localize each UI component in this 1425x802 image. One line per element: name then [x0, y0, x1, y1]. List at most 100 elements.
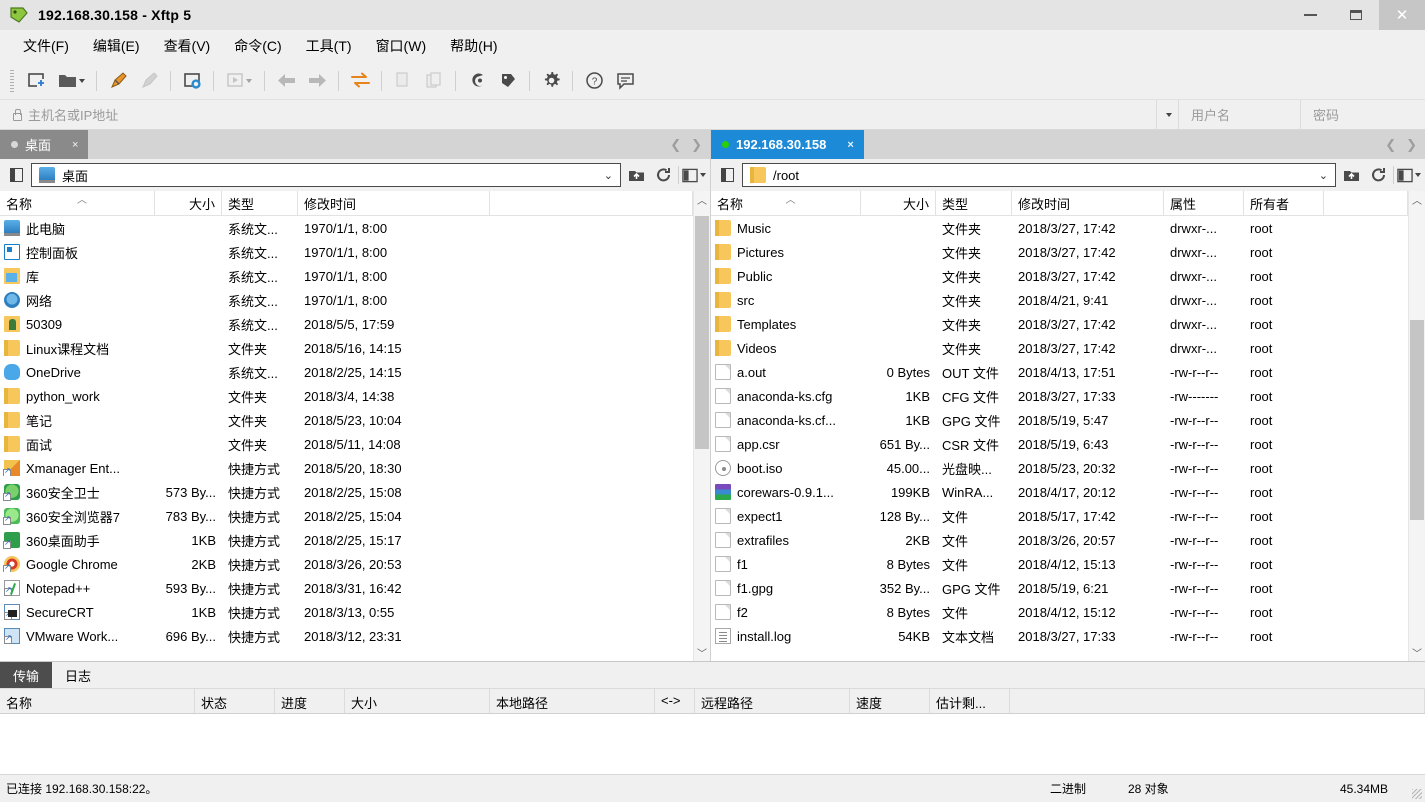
tab-close-icon[interactable]: × — [72, 139, 78, 151]
parent-folder-button[interactable] — [624, 163, 648, 187]
help-icon[interactable]: ? — [579, 66, 609, 96]
refresh-button[interactable] — [1366, 163, 1390, 187]
session-settings-icon[interactable] — [177, 66, 207, 96]
tab-scroll-right-icon[interactable]: ❯ — [691, 137, 702, 153]
column-header-modified[interactable]: 修改时间 — [298, 191, 490, 215]
scroll-thumb[interactable] — [1410, 320, 1424, 520]
host-history-dropdown[interactable] — [1156, 100, 1178, 129]
menu-help[interactable]: 帮助(H) — [439, 32, 508, 60]
parent-folder-button[interactable] — [1339, 163, 1363, 187]
column-header-size[interactable]: 大小 — [861, 191, 936, 215]
scroll-track[interactable] — [694, 208, 710, 644]
column-header-name[interactable]: 名称 ︿ — [711, 191, 861, 215]
table-row[interactable]: 此电脑 系统文... 1970/1/1, 8:00 — [0, 216, 693, 240]
column-header-size[interactable]: 大小 — [155, 191, 222, 215]
column-header-owner[interactable]: 所有者 — [1244, 191, 1324, 215]
transfer-column-eta[interactable]: 估计剩... — [930, 689, 1010, 713]
toggle-tree-button[interactable] — [4, 163, 28, 187]
table-row[interactable]: Notepad++ 593 By... 快捷方式 2018/3/31, 16:42 — [0, 576, 693, 600]
edit-pencil-icon[interactable] — [103, 66, 133, 96]
column-header-blank[interactable] — [1324, 191, 1408, 215]
scroll-up-icon[interactable]: ︿ — [694, 191, 710, 208]
table-row[interactable]: 50309 系统文... 2018/5/5, 17:59 — [0, 312, 693, 336]
maximize-button[interactable] — [1333, 0, 1379, 30]
table-row[interactable]: src 文件夹 2018/4/21, 9:41 drwxr-... root — [711, 288, 1408, 312]
transfer-column-local-path[interactable]: 本地路径 — [490, 689, 655, 713]
table-row[interactable]: Pictures 文件夹 2018/3/27, 17:42 drwxr-... root — [711, 240, 1408, 264]
menu-tools[interactable]: 工具(T) — [295, 32, 363, 60]
sync-transfer-icon[interactable] — [345, 66, 375, 96]
table-row[interactable]: f1 8 Bytes 文件 2018/4/12, 15:13 -rw-r--r-- roo… — [711, 552, 1408, 576]
close-button[interactable]: ✕ — [1379, 0, 1425, 30]
table-row[interactable]: 面试 文件夹 2018/5/11, 14:08 — [0, 432, 693, 456]
table-row[interactable]: Templates 文件夹 2018/3/27, 17:42 drwxr-... roo… — [711, 312, 1408, 336]
table-row[interactable]: VMware Work... 696 By... 快捷方式 2018/3/12, 23… — [0, 624, 693, 648]
menu-file[interactable]: 文件(F) — [12, 32, 80, 60]
transfer-column-remote-path[interactable]: 远程路径 — [695, 689, 850, 713]
transfer-column-speed[interactable]: 速度 — [850, 689, 930, 713]
column-header-attrs[interactable]: 属性 — [1164, 191, 1244, 215]
minimize-button[interactable] — [1287, 0, 1333, 30]
table-row[interactable]: install.log 54KB 文本文档 2018/3/27, 17:33 -rw-r… — [711, 624, 1408, 648]
table-row[interactable]: expect1 128 By... 文件 2018/5/17, 17:42 -rw-r-… — [711, 504, 1408, 528]
menu-view[interactable]: 查看(V) — [153, 32, 222, 60]
table-row[interactable]: Linux课程文档 文件夹 2018/5/16, 14:15 — [0, 336, 693, 360]
chevron-down-icon[interactable]: ⌄ — [1319, 169, 1331, 182]
chevron-down-icon[interactable]: ⌄ — [604, 169, 616, 182]
local-vertical-scrollbar[interactable]: ︿ ﹀ — [693, 191, 710, 661]
scroll-thumb[interactable] — [695, 216, 709, 449]
tab-local-desktop[interactable]: 桌面 × — [0, 130, 89, 159]
password-input[interactable]: 密码 — [1300, 100, 1425, 129]
scroll-down-icon[interactable]: ﹀ — [694, 644, 710, 661]
tab-transfer[interactable]: 传输 — [0, 662, 53, 688]
toggle-tree-button[interactable] — [715, 163, 739, 187]
local-path-input[interactable]: 桌面 ⌄ — [31, 163, 621, 187]
refresh-button[interactable] — [651, 163, 675, 187]
table-row[interactable]: 360桌面助手 1KB 快捷方式 2018/2/25, 15:17 — [0, 528, 693, 552]
menu-window[interactable]: 窗口(W) — [365, 32, 438, 60]
view-layout-button[interactable] — [1397, 163, 1421, 187]
table-row[interactable]: f1.gpg 352 By... GPG 文件 2018/5/19, 6:21 -rw-… — [711, 576, 1408, 600]
column-header-modified[interactable]: 修改时间 — [1012, 191, 1164, 215]
tab-scroll-left-icon[interactable]: ❮ — [670, 137, 681, 153]
xshell-icon[interactable] — [462, 66, 492, 96]
chevron-down-icon[interactable] — [700, 173, 706, 177]
view-layout-button[interactable] — [682, 163, 706, 187]
scroll-down-icon[interactable]: ﹀ — [1409, 644, 1425, 661]
table-row[interactable]: boot.iso 45.00... 光盘映... 2018/5/23, 20:32 -r… — [711, 456, 1408, 480]
column-header-type[interactable]: 类型 — [936, 191, 1012, 215]
column-header-name[interactable]: 名称 ︿ — [0, 191, 155, 215]
scroll-up-icon[interactable]: ︿ — [1409, 191, 1425, 208]
tab-remote-session[interactable]: 192.168.30.158 × — [711, 130, 864, 159]
table-row[interactable]: OneDrive 系统文... 2018/2/25, 14:15 — [0, 360, 693, 384]
tab-scroll-right-icon[interactable]: ❯ — [1406, 137, 1417, 153]
menu-edit[interactable]: 编辑(E) — [82, 32, 151, 60]
table-row[interactable]: anaconda-ks.cf... 1KB GPG 文件 2018/5/19, 5:4… — [711, 408, 1408, 432]
transfer-column-progress[interactable]: 进度 — [275, 689, 345, 713]
table-row[interactable]: app.csr 651 By... CSR 文件 2018/5/19, 6:43 -rw… — [711, 432, 1408, 456]
username-input[interactable]: 用户名 — [1178, 100, 1300, 129]
tab-log[interactable]: 日志 — [52, 662, 104, 688]
xmanager-icon[interactable] — [493, 66, 523, 96]
remote-path-input[interactable]: /root ⌄ — [742, 163, 1336, 187]
toolbar-grip[interactable] — [10, 69, 14, 92]
table-row[interactable]: Music 文件夹 2018/3/27, 17:42 drwxr-... root — [711, 216, 1408, 240]
table-row[interactable]: anaconda-ks.cfg 1KB CFG 文件 2018/3/27, 17:33… — [711, 384, 1408, 408]
table-row[interactable]: corewars-0.9.1... 199KB WinRA... 2018/4/17,… — [711, 480, 1408, 504]
chevron-down-icon[interactable] — [78, 78, 85, 83]
column-header-blank[interactable] — [490, 191, 693, 215]
new-session-icon[interactable] — [21, 66, 51, 96]
feedback-icon[interactable] — [610, 66, 640, 96]
table-row[interactable]: python_work 文件夹 2018/3/4, 14:38 — [0, 384, 693, 408]
chevron-down-icon[interactable] — [1415, 173, 1421, 177]
table-row[interactable]: f2 8 Bytes 文件 2018/4/12, 15:12 -rw-r--r-- roo… — [711, 600, 1408, 624]
transfer-column-size[interactable]: 大小 — [345, 689, 490, 713]
open-folder-icon[interactable] — [52, 66, 90, 96]
scroll-track[interactable] — [1409, 208, 1425, 644]
tab-close-icon[interactable]: × — [847, 139, 853, 151]
table-row[interactable]: 笔记 文件夹 2018/5/23, 10:04 — [0, 408, 693, 432]
gear-icon[interactable] — [536, 66, 566, 96]
transfer-column-status[interactable]: 状态 — [195, 689, 275, 713]
table-row[interactable]: 网络 系统文... 1970/1/1, 8:00 — [0, 288, 693, 312]
table-row[interactable]: 控制面板 系统文... 1970/1/1, 8:00 — [0, 240, 693, 264]
